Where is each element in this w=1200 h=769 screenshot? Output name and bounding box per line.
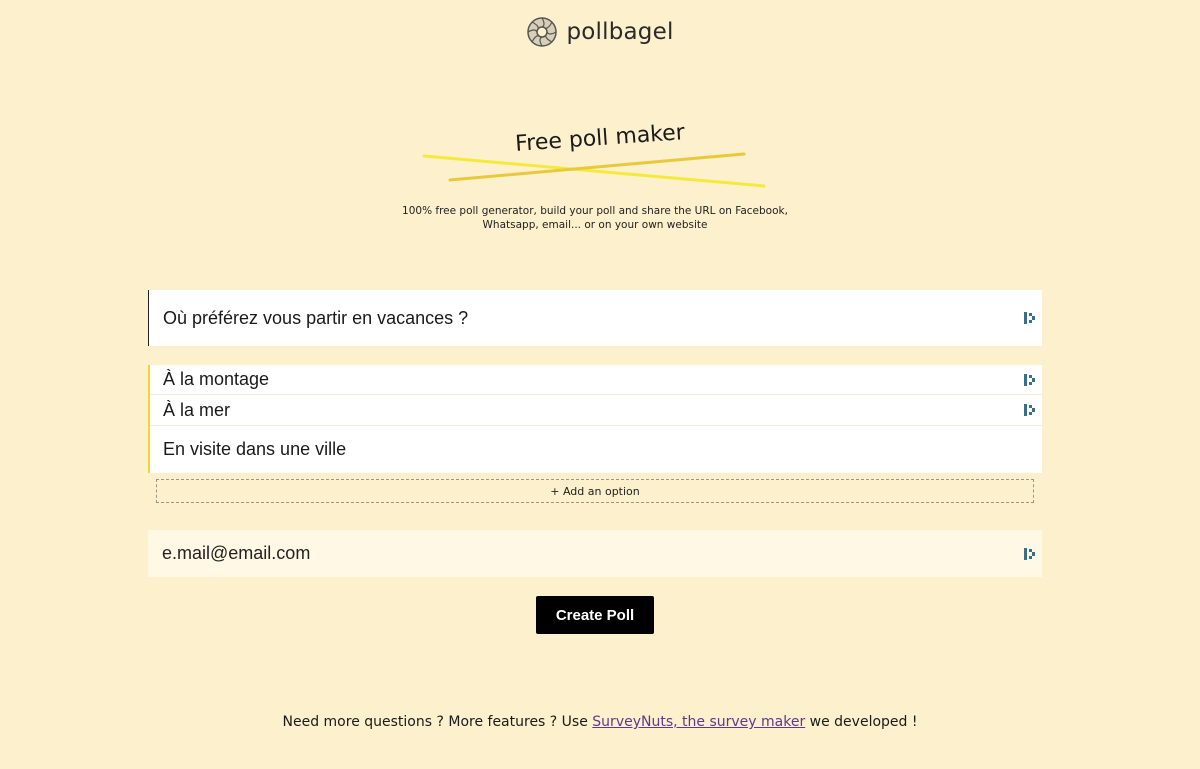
footer-text-after: we developed ! <box>805 714 918 730</box>
option-field[interactable]: À la mer <box>150 395 1042 426</box>
email-field[interactable]: e.mail@email.com <box>148 530 1042 577</box>
option-field[interactable]: À la montage <box>150 365 1042 395</box>
question-input[interactable]: Où préférez vous partir en vacances ? <box>163 308 1023 329</box>
email-input[interactable]: e.mail@email.com <box>162 543 1023 564</box>
brand-name: pollbagel <box>566 19 674 45</box>
create-poll-button[interactable]: Create Poll <box>536 596 654 634</box>
form-autofill-icon[interactable] <box>1023 403 1037 417</box>
footer-note: Need more questions ? More features ? Us… <box>0 714 1200 730</box>
option-input[interactable]: À la mer <box>163 400 1023 421</box>
form-autofill-icon[interactable] <box>1023 547 1037 561</box>
add-option-button[interactable]: + Add an option <box>156 479 1034 503</box>
option-input[interactable]: En visite dans une ville <box>163 439 1042 460</box>
option-input[interactable]: À la montage <box>163 369 1023 390</box>
form-autofill-icon[interactable] <box>1023 373 1037 387</box>
form-autofill-icon[interactable] <box>1023 311 1037 325</box>
page-subtitle: 100% free poll generator, build your pol… <box>402 205 788 231</box>
highlight-marker-strokes <box>422 152 766 188</box>
brand-logo[interactable]: pollbagel <box>0 16 1200 48</box>
hero: Free poll maker 100% free poll generator… <box>0 110 1200 250</box>
poll-maker-page: pollbagel Free poll maker 100% free poll… <box>0 0 1200 769</box>
footer-text-before: Need more questions ? More features ? Us… <box>282 714 593 730</box>
surveynuts-link[interactable]: SurveyNuts, the survey maker <box>592 714 805 730</box>
bagel-icon <box>527 17 558 47</box>
options-list: À la montage À la mer En visite dans une… <box>148 365 1042 473</box>
option-field[interactable]: En visite dans une ville <box>150 426 1042 473</box>
question-field[interactable]: Où préférez vous partir en vacances ? <box>148 290 1042 346</box>
